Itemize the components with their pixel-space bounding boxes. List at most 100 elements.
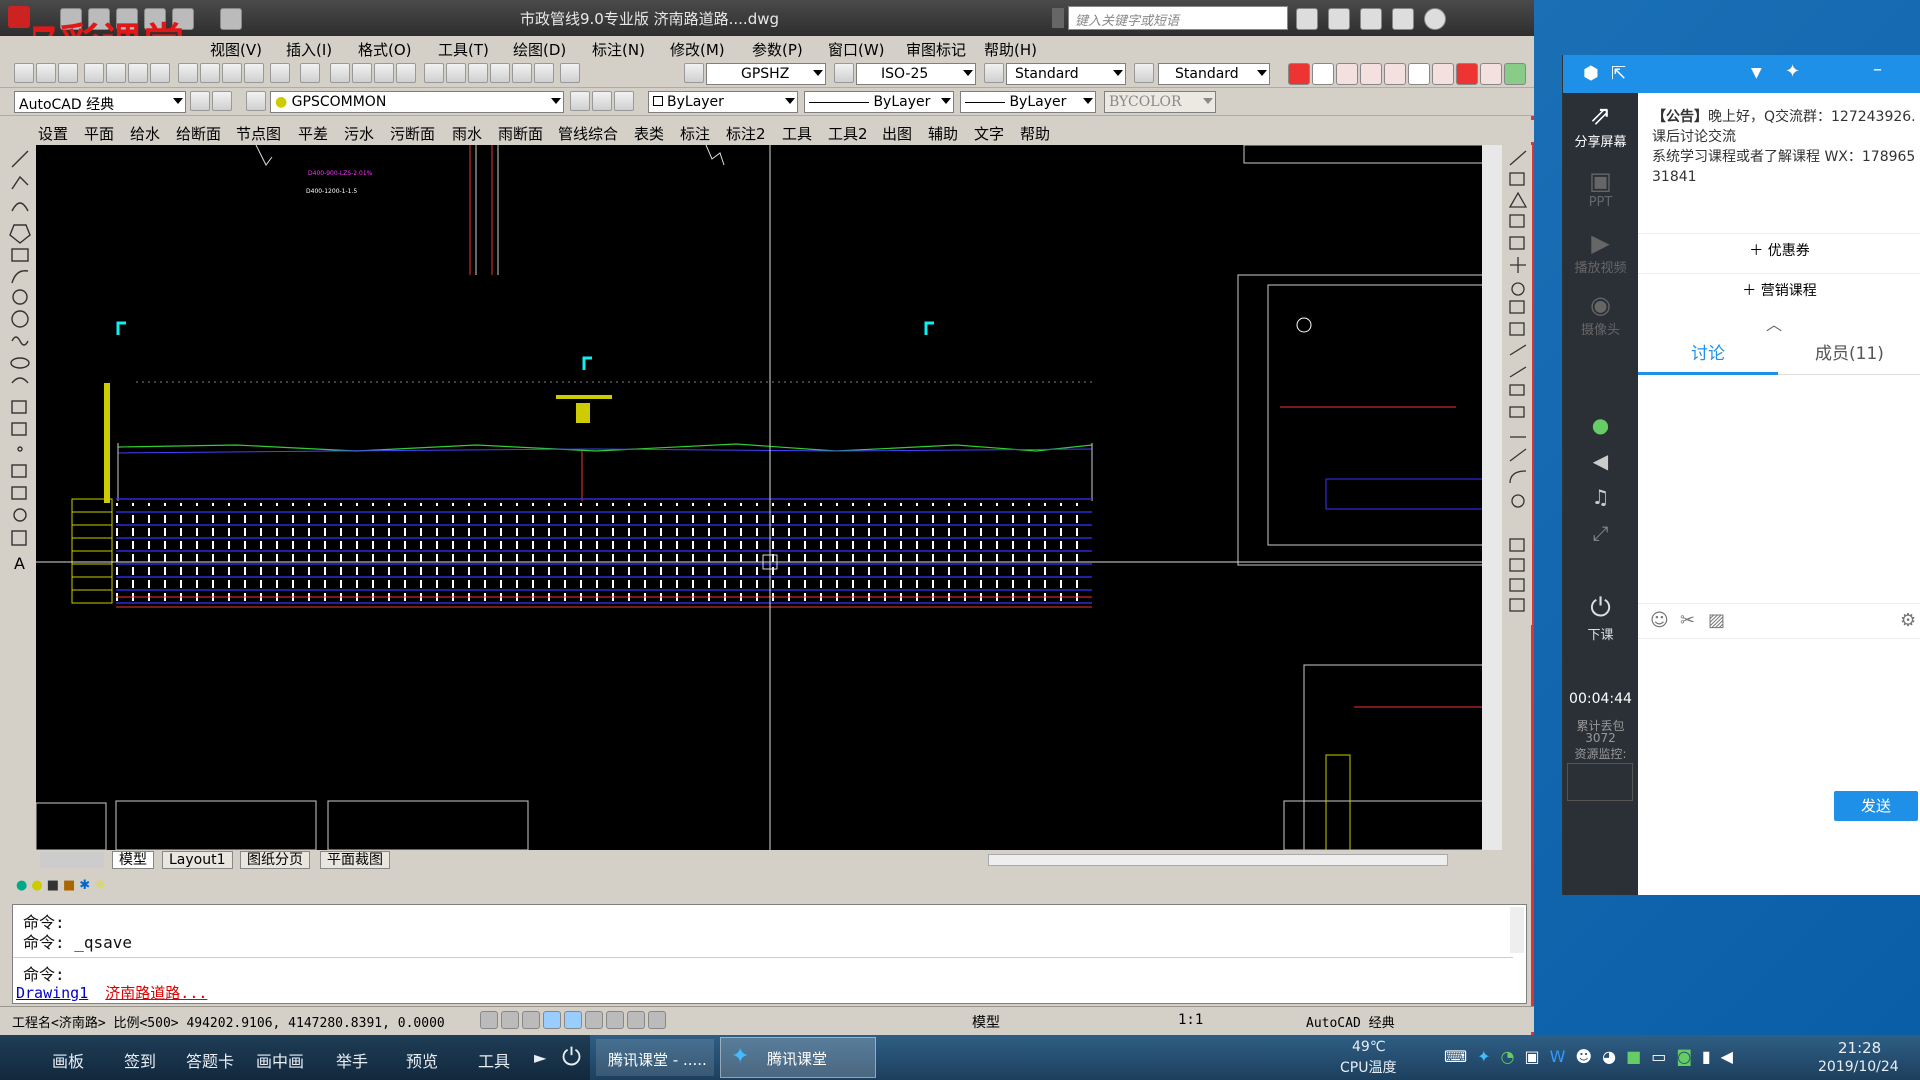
drawing-canvas[interactable]: D400-900-LZS-2.01% D400-1200-1-1.5 <box>36 145 1502 850</box>
color-select[interactable]: ByLayer <box>648 91 798 113</box>
publish-icon[interactable] <box>128 63 148 83</box>
review-icon[interactable] <box>1288 63 1310 85</box>
search-input[interactable]: 键入关键字或短语 <box>1068 6 1288 30</box>
emoji-icon[interactable]: ☺ <box>1650 610 1669 631</box>
network-icon[interactable]: ▣ <box>1524 1047 1539 1066</box>
workspace-save-icon[interactable] <box>212 91 232 111</box>
volume-icon[interactable]: ◀ <box>1721 1047 1733 1066</box>
modify-tool-icons[interactable] <box>1504 145 1532 625</box>
tool-raise-hand[interactable]: 举手 <box>336 1048 368 1072</box>
paste-icon[interactable] <box>222 63 242 83</box>
zoom-previous-icon[interactable] <box>396 63 416 83</box>
plotstyle-select[interactable]: BYCOLOR <box>1104 91 1216 113</box>
redo-tool-icon[interactable] <box>300 63 320 83</box>
camera-button[interactable]: ◉ 摄像头 <box>1563 291 1638 338</box>
review-mark-icon[interactable] <box>1336 63 1358 85</box>
speaker-icon[interactable]: ◀ <box>1563 449 1638 473</box>
tool-preview[interactable]: 预览 <box>406 1048 438 1072</box>
text-style-select[interactable]: GPSHZ <box>706 63 826 85</box>
design-center-icon[interactable] <box>446 63 466 83</box>
lwt-toggle[interactable] <box>648 1011 666 1029</box>
taskbar-app-2[interactable]: ✦ 腾讯课堂 <box>720 1037 876 1078</box>
review-check-icon[interactable] <box>1504 63 1526 85</box>
tool-pip[interactable]: 画中画 <box>256 1048 304 1072</box>
tool-tools[interactable]: 工具 <box>478 1048 510 1072</box>
gps-menu-pipeline[interactable]: 管线综合 <box>558 123 618 144</box>
music-icon[interactable]: ♫ <box>1563 485 1638 509</box>
doc-tab-drawing1[interactable]: Drawing1 <box>16 984 88 1002</box>
fullscreen-icon[interactable]: ⤢ <box>1563 521 1638 545</box>
menu-review-mark[interactable]: 审图标记 <box>906 39 966 60</box>
signal-icon[interactable]: ▮ <box>1702 1047 1711 1066</box>
snap-toggle[interactable] <box>480 1011 498 1029</box>
ppt-button[interactable]: ▣ PPT <box>1563 167 1638 210</box>
shield-icon[interactable]: ⬢ <box>1583 63 1599 84</box>
calculator-icon[interactable] <box>534 63 554 83</box>
layer-bulb-icon[interactable]: ● <box>31 878 42 893</box>
qq-icon[interactable]: ◕ <box>1602 1047 1616 1066</box>
layer-state-icon[interactable] <box>614 91 634 111</box>
layer-previous-icon[interactable] <box>592 91 612 111</box>
tab-layout1[interactable]: Layout1 <box>162 851 233 869</box>
tool-sign-in[interactable]: 签到 <box>124 1048 156 1072</box>
microphone-icon[interactable]: ● <box>1563 413 1638 437</box>
sheet-set-icon[interactable] <box>490 63 510 83</box>
zoom-window-icon[interactable] <box>374 63 394 83</box>
minimize-icon[interactable]: – <box>1873 59 1882 80</box>
osnap-toggle[interactable] <box>564 1011 582 1029</box>
dim-style-select[interactable]: ISO-25 <box>856 63 976 85</box>
make-current-icon[interactable] <box>570 91 590 111</box>
chat-input[interactable] <box>1638 641 1920 781</box>
user-icon[interactable]: ☻ <box>1575 1047 1592 1066</box>
gps-menu-node[interactable]: 节点图 <box>236 123 281 144</box>
horizontal-scrollbar[interactable] <box>988 854 1448 866</box>
tab-sheet-paging[interactable]: 图纸分页 <box>240 851 310 869</box>
wifi-icon[interactable]: ◔ <box>1501 1047 1515 1066</box>
share-out-icon[interactable]: ⇱ <box>1611 63 1626 84</box>
security-icon[interactable]: ◙ <box>1676 1047 1692 1066</box>
polar-toggle[interactable] <box>543 1011 561 1029</box>
gps-menu-dim2[interactable]: 标注2 <box>726 123 766 144</box>
end-class-button[interactable]: ⏻ 下课 <box>1563 593 1638 643</box>
tool-answer-card[interactable]: 答题卡 <box>186 1048 234 1072</box>
collapse-icon[interactable]: ︿ <box>1766 311 1782 335</box>
search-expand-icon[interactable] <box>1052 8 1064 28</box>
properties-icon[interactable] <box>424 63 444 83</box>
layer-freeze-icon[interactable]: ✱ <box>79 878 90 893</box>
command-scrollbar[interactable] <box>1510 907 1524 953</box>
qnew-icon[interactable] <box>14 63 34 83</box>
scissors-icon[interactable]: ✂ <box>1680 610 1695 631</box>
keyboard-icon[interactable]: ⌨ <box>1444 1047 1467 1066</box>
review-find-icon[interactable] <box>1312 63 1334 85</box>
layer-unlock-icon[interactable]: ■ <box>63 878 75 893</box>
layer-thaw-icon[interactable]: ☼ <box>94 878 106 893</box>
tencent-tray-icon[interactable]: ✦ <box>1477 1047 1490 1066</box>
display-icon[interactable]: ▭ <box>1651 1047 1666 1066</box>
lineweight-select[interactable]: ByLayer <box>960 91 1096 113</box>
menu-window[interactable]: 窗口(W) <box>828 39 885 60</box>
gps-menu-tools[interactable]: 工具 <box>782 123 812 144</box>
gps-menu-aux[interactable]: 辅助 <box>928 123 958 144</box>
gps-menu-dim[interactable]: 标注 <box>680 123 710 144</box>
open-file-icon[interactable] <box>36 63 56 83</box>
gps-menu-adjust[interactable]: 平差 <box>298 123 328 144</box>
clock-time[interactable]: 21:28 <box>1838 1039 1881 1057</box>
menu-tools[interactable]: 工具(T) <box>438 39 489 60</box>
star-icon[interactable] <box>1392 8 1414 30</box>
layer-lock-icon[interactable]: ■ <box>47 878 59 893</box>
plot-icon[interactable] <box>84 63 104 83</box>
workspace-select[interactable]: AutoCAD 经典 <box>14 91 186 113</box>
gps-menu-sewage-section[interactable]: 污断面 <box>390 123 435 144</box>
zoom-realtime-icon[interactable] <box>352 63 372 83</box>
menu-modify[interactable]: 修改(M) <box>670 39 725 60</box>
workspace-settings-icon[interactable] <box>190 91 210 111</box>
tool-palettes-icon[interactable] <box>468 63 488 83</box>
review-delete-icon[interactable] <box>1432 63 1454 85</box>
gps-menu-tools2[interactable]: 工具2 <box>828 123 868 144</box>
binoculars-icon[interactable] <box>1296 8 1318 30</box>
image-icon[interactable]: ▨ <box>1708 610 1725 631</box>
play-arrow-icon[interactable]: ► <box>534 1048 546 1067</box>
pan-icon[interactable] <box>330 63 350 83</box>
help-icon[interactable] <box>1424 8 1446 30</box>
share-screen-button[interactable]: ⇗ 分享屏幕 <box>1563 101 1638 150</box>
